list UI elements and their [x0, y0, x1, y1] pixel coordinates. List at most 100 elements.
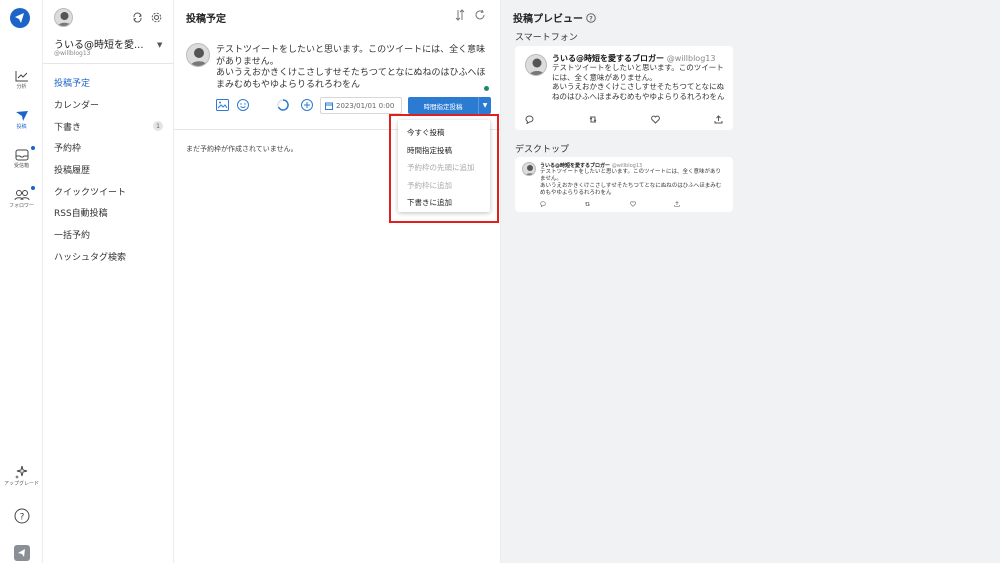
chevron-down-icon: ▼	[482, 102, 488, 109]
account-handle: @willblog13	[54, 50, 91, 57]
empty-message: まだ予約枠が作成されていません。	[186, 145, 298, 153]
notification-dot	[31, 186, 35, 190]
help-icon[interactable]: ?	[586, 12, 596, 23]
sidebar-item-scheduled[interactable]: 投稿予定	[54, 72, 169, 94]
avatar-icon	[529, 58, 545, 75]
rail-followers[interactable]: フォロワー	[0, 189, 43, 209]
sidebar-item-slots[interactable]: 予約枠	[54, 137, 169, 159]
avatar-icon	[190, 48, 208, 66]
sidebar-item-calendar[interactable]: カレンダー	[54, 94, 169, 116]
preview-text: テストツイートをしたいと思います。このツイートには、全く意味がありません。 あい…	[540, 169, 722, 196]
post-options-toggle[interactable]: ▼	[478, 97, 491, 114]
app-logo-icon[interactable]	[9, 7, 31, 29]
avatar[interactable]	[54, 8, 73, 27]
reply-icon	[540, 201, 546, 207]
char-count-ring-icon	[277, 99, 289, 111]
rail-label: アップグレード	[3, 481, 39, 487]
tweet-textarea[interactable]: テストツイートをしたいと思います。このツイートには、全く意味がありません。 あい…	[216, 45, 491, 91]
preview-actions	[525, 115, 723, 124]
avatar-icon	[525, 165, 535, 175]
send-icon	[15, 111, 28, 121]
sidebar-item-label: 予約枠	[54, 144, 82, 155]
share-icon	[714, 115, 723, 124]
svg-text:?: ?	[589, 15, 593, 22]
gear-icon[interactable]	[151, 12, 162, 23]
smartphone-preview-card: ういる@時短を愛するブロガー @willblog13 テストツイートをしたいと思…	[515, 46, 733, 130]
schedule-date-input[interactable]: 2023/01/01 0:00	[320, 97, 402, 114]
sort-icon[interactable]	[454, 9, 466, 21]
sidebar-menu: 投稿予定 カレンダー 下書き 1 予約枠 投稿履歴 クイックツイート RSS自動投…	[54, 72, 169, 267]
account-name[interactable]: ういる@時短を愛...	[54, 36, 166, 51]
rail-inbox[interactable]: 受信箱	[0, 149, 43, 169]
avatar	[186, 43, 210, 67]
emoji-icon[interactable]	[237, 99, 249, 111]
count-badge: 1	[153, 121, 163, 132]
rail-posts[interactable]: 投稿	[0, 110, 43, 130]
retweet-icon	[585, 202, 591, 206]
image-icon[interactable]	[216, 99, 229, 111]
rail-upgrade[interactable]: アップグレード	[0, 465, 43, 487]
sidebar-item-label: 下書き	[54, 122, 82, 133]
sidebar-item-label: クイックツイート	[54, 187, 127, 198]
preview-handle: @willblog13	[666, 54, 716, 63]
reply-icon	[525, 115, 534, 124]
sidebar-item-label: カレンダー	[54, 101, 100, 112]
sidebar-item-bulk[interactable]: 一括予約	[54, 224, 169, 246]
like-icon	[629, 201, 636, 207]
sidebar-item-label: 投稿予定	[54, 79, 91, 90]
sidebar-item-hashtag[interactable]: ハッシュタグ検索	[54, 246, 169, 268]
like-icon	[651, 115, 661, 124]
composer-panel: 投稿予定 テストツイートをしたいと思います。このツイートには、全く意味がありませ…	[174, 0, 501, 563]
icon-rail: 分析 投稿 受信箱 フォロワー アップグレード ?	[0, 0, 43, 563]
sync-icon[interactable]	[132, 12, 143, 23]
avatar	[522, 162, 536, 176]
sidebar-item-history[interactable]: 投稿履歴	[54, 159, 169, 181]
help-button[interactable]: ?	[0, 508, 43, 524]
profile-button[interactable]	[0, 545, 43, 561]
avatar-icon	[57, 12, 72, 26]
rail-label: 分析	[16, 84, 27, 90]
sidebar-item-rss[interactable]: RSS自動投稿	[54, 202, 169, 224]
rail-label: 受信箱	[13, 163, 29, 169]
chevron-down-icon[interactable]: ▼	[157, 41, 162, 49]
app-icon	[13, 545, 30, 561]
line-chart-icon	[15, 71, 28, 82]
sidebar-item-label: 投稿履歴	[54, 166, 91, 177]
status-dot	[484, 86, 489, 91]
sidebar-item-label: RSS自動投稿	[54, 209, 108, 220]
highlight-box	[389, 114, 499, 223]
sidebar-item-drafts[interactable]: 下書き 1	[54, 115, 169, 137]
rail-label: フォロワー	[8, 203, 34, 209]
refresh-icon[interactable]	[474, 9, 486, 21]
desktop-preview-card: ういる@時短を愛するブロガー @willblog13 テストツイートをしたいと思…	[515, 157, 733, 212]
help-icon: ?	[14, 508, 29, 524]
svg-text:?: ?	[19, 513, 24, 523]
users-icon	[14, 190, 29, 201]
date-value: 2023/01/01 0:00	[336, 101, 395, 110]
preview-panel: 投稿プレビュー ? スマートフォン ういる@時短を愛するブロガー @willbl…	[501, 0, 1000, 563]
notification-dot	[31, 146, 35, 150]
calendar-icon	[325, 102, 333, 110]
share-icon	[674, 201, 680, 207]
preview-name: ういる@時短を愛するブロガー	[552, 54, 664, 63]
desktop-label: デスクトップ	[515, 145, 570, 155]
sparkle-icon	[14, 465, 27, 479]
inbox-icon	[15, 149, 28, 161]
smartphone-label: スマートフォン	[515, 33, 578, 43]
preview-title: 投稿プレビュー	[513, 14, 583, 25]
rail-label: 投稿	[16, 124, 27, 130]
sidebar-item-label: 一括予約	[54, 231, 91, 242]
sidebar: ういる@時短を愛... ▼ @willblog13 投稿予定 カレンダー 下書き…	[43, 0, 174, 563]
preview-actions	[540, 201, 680, 207]
sidebar-item-quick-tweet[interactable]: クイックツイート	[54, 180, 169, 202]
avatar	[525, 54, 547, 76]
schedule-post-button[interactable]: 時間指定投稿	[408, 97, 478, 114]
divider	[43, 63, 174, 64]
preview-name-line: ういる@時短を愛するブロガー @willblog13	[540, 162, 642, 169]
sidebar-item-label: ハッシュタグ検索	[54, 252, 127, 263]
page-title: 投稿予定	[186, 14, 226, 25]
retweet-icon	[589, 116, 597, 123]
add-icon[interactable]	[301, 99, 313, 111]
rail-analytics[interactable]: 分析	[0, 70, 43, 90]
preview-text: テストツイートをしたいと思います。このツイートには、全く意味がありません。 あい…	[552, 63, 725, 101]
